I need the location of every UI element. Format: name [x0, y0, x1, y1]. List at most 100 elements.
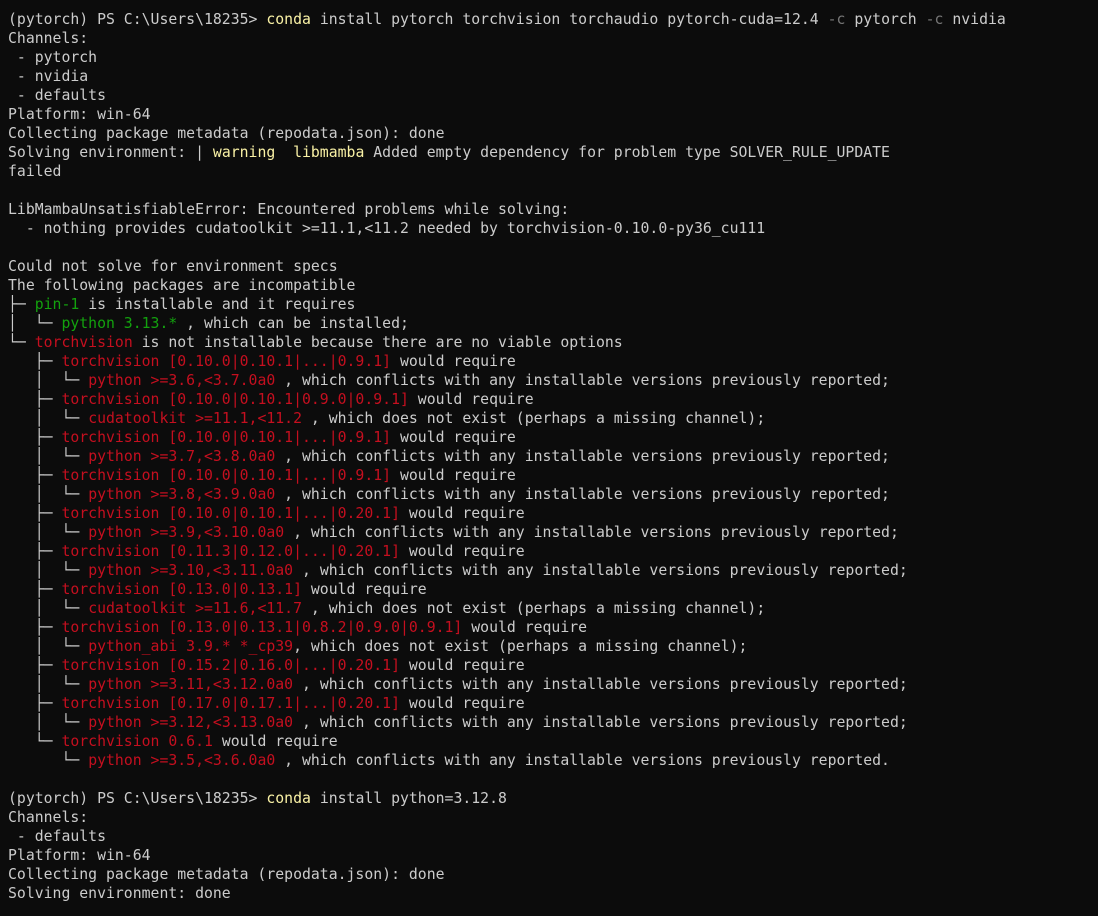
- terminal-text: ├─: [8, 581, 62, 598]
- terminal-text: -c: [827, 11, 846, 28]
- terminal-text: Platform: win-64: [8, 106, 151, 123]
- terminal-text: , which conflicts with any installable v…: [284, 524, 899, 541]
- terminal-text: pytorch: [845, 11, 926, 28]
- terminal-text: Solving environment: done: [8, 885, 231, 902]
- terminal-text: │ └─: [8, 600, 89, 617]
- terminal-text: The following packages are incompatible: [8, 277, 356, 294]
- terminal-text: torchvision [0.10.0|0.10.1|...|0.9.1]: [61, 467, 392, 484]
- terminal-text: would require: [301, 581, 427, 598]
- terminal-line: ├─ torchvision [0.10.0|0.10.1|...|0.20.1…: [8, 504, 1098, 523]
- terminal-text: torchvision [0.10.0|0.10.1|...|0.20.1]: [61, 505, 400, 522]
- terminal-line: ├─ torchvision [0.10.0|0.10.1|...|0.9.1]…: [8, 352, 1098, 371]
- terminal-text: install python=3.12.8: [310, 790, 507, 807]
- terminal-text: nvidia: [943, 11, 1006, 28]
- terminal-line: The following packages are incompatible: [8, 276, 1098, 295]
- terminal-text: LibMambaUnsatisfiableError: Encountered …: [8, 201, 570, 218]
- terminal-line: ├─ torchvision [0.10.0|0.10.1|...|0.9.1]…: [8, 466, 1098, 485]
- terminal-text: python >=3.6,<3.7.0a0: [88, 372, 276, 389]
- terminal-text: would require: [391, 353, 516, 370]
- terminal-line: Collecting package metadata (repodata.js…: [8, 865, 1098, 884]
- terminal-text: , which does not exist (perhaps a missin…: [302, 600, 766, 617]
- terminal-text: conda: [266, 790, 311, 807]
- terminal-text: ├─: [8, 429, 62, 446]
- terminal-text: │ └─: [8, 638, 89, 655]
- terminal-text: ├─: [8, 543, 62, 560]
- terminal-line: ├─ torchvision [0.10.0|0.10.1|...|0.9.1]…: [8, 428, 1098, 447]
- terminal-text: , which conflicts with any installable v…: [293, 714, 908, 731]
- terminal-text: -c: [925, 11, 944, 28]
- terminal-text: python >=3.7,<3.8.0a0: [88, 448, 276, 465]
- terminal-line: - pytorch: [8, 48, 1098, 67]
- terminal-line: │ └─ python >=3.10,<3.11.0a0 , which con…: [8, 561, 1098, 580]
- terminal-line: │ └─ python >=3.8,<3.9.0a0 , which confl…: [8, 485, 1098, 504]
- terminal-line: │ └─ cudatoolkit >=11.1,<11.2 , which do…: [8, 409, 1098, 428]
- terminal-text: │ └─: [8, 676, 89, 693]
- terminal-text: , which does not exist (perhaps a missin…: [293, 638, 748, 655]
- terminal-line: │ └─ python_abi 3.9.* *_cp39, which does…: [8, 637, 1098, 656]
- terminal-line: │ └─ python 3.13.* , which can be instal…: [8, 314, 1098, 333]
- terminal-text: - pytorch: [8, 49, 98, 66]
- terminal-text: python >=3.8,<3.9.0a0: [88, 486, 276, 503]
- terminal-line: ├─ torchvision [0.13.0|0.13.1|0.8.2|0.9.…: [8, 618, 1098, 637]
- terminal-line: ├─ torchvision [0.10.0|0.10.1|0.9.0|0.9.…: [8, 390, 1098, 409]
- terminal-line: Channels:: [8, 808, 1098, 827]
- terminal-line: │ └─ python >=3.6,<3.7.0a0 , which confl…: [8, 371, 1098, 390]
- terminal-line: ├─ torchvision [0.11.3|0.12.0|...|0.20.1…: [8, 542, 1098, 561]
- terminal-text: └─: [8, 752, 89, 769]
- terminal-text: torchvision [0.13.0|0.13.1|0.8.2|0.9.0|0…: [61, 619, 463, 636]
- terminal-text: ├─: [8, 353, 62, 370]
- terminal-text: torchvision 0.6.1: [61, 733, 213, 750]
- terminal-text: torchvision [0.11.3|0.12.0|...|0.20.1]: [61, 543, 400, 560]
- terminal-text: , which conflicts with any installable v…: [293, 562, 908, 579]
- terminal-text: python_abi 3.9.* *_cp39: [88, 638, 294, 655]
- terminal-text: Channels:: [8, 809, 89, 826]
- terminal-text: , which conflicts with any installable v…: [275, 448, 890, 465]
- terminal-text: Added empty dependency for problem type …: [364, 144, 890, 161]
- terminal-line: ├─ torchvision [0.17.0|0.17.1|...|0.20.1…: [8, 694, 1098, 713]
- terminal-text: would require: [399, 505, 525, 522]
- terminal-text: │ └─: [8, 372, 89, 389]
- terminal-line: Platform: win-64: [8, 105, 1098, 124]
- terminal-text: , which conflicts with any installable v…: [275, 372, 890, 389]
- terminal-text: , which can be installed;: [177, 315, 409, 332]
- terminal-text: python 3.13.*: [61, 315, 178, 332]
- terminal-line: LibMambaUnsatisfiableError: Encountered …: [8, 200, 1098, 219]
- terminal-text: is not installable because there are no …: [132, 334, 623, 351]
- terminal-text: Solving environment: |: [8, 144, 213, 161]
- terminal-text: torchvision [0.15.2|0.16.0|...|0.20.1]: [61, 657, 400, 674]
- terminal-text: (pytorch) PS C:\Users\18235>: [8, 790, 267, 807]
- terminal-text: ├─: [8, 391, 62, 408]
- terminal-output[interactable]: (pytorch) PS C:\Users\18235> conda insta…: [0, 0, 1098, 916]
- terminal-line: failed: [8, 162, 1098, 181]
- terminal-text: cudatoolkit >=11.1,<11.2: [88, 410, 302, 427]
- terminal-text: , which conflicts with any installable v…: [293, 676, 908, 693]
- terminal-text: would require: [399, 695, 525, 712]
- terminal-line: (pytorch) PS C:\Users\18235> conda insta…: [8, 10, 1098, 29]
- terminal-line: Channels:: [8, 29, 1098, 48]
- terminal-line: - nothing provides cudatoolkit >=11.1,<1…: [8, 219, 1098, 238]
- terminal-text: │ └─: [8, 486, 89, 503]
- terminal-text: python >=3.12,<3.13.0a0: [88, 714, 294, 731]
- terminal-text: , which conflicts with any installable v…: [275, 486, 890, 503]
- terminal-text: Collecting package metadata (repodata.js…: [8, 866, 445, 883]
- terminal-text: └─: [8, 733, 62, 750]
- terminal-text: torchvision: [34, 334, 133, 351]
- terminal-line: - defaults: [8, 827, 1098, 846]
- terminal-text: ├─: [8, 505, 62, 522]
- terminal-text: Could not solve for environment specs: [8, 258, 338, 275]
- terminal-text: - nothing provides cudatoolkit >=11.1,<1…: [8, 220, 766, 237]
- terminal-text: would require: [212, 733, 338, 750]
- terminal-line: │ └─ python >=3.9,<3.10.0a0 , which conf…: [8, 523, 1098, 542]
- terminal-line: Solving environment: | warning libmamba …: [8, 143, 1098, 162]
- terminal-text: - nvidia: [8, 68, 89, 85]
- terminal-text: torchvision [0.10.0|0.10.1|...|0.9.1]: [61, 353, 392, 370]
- terminal-line: │ └─ python >=3.7,<3.8.0a0 , which confl…: [8, 447, 1098, 466]
- terminal-text: │ └─: [8, 410, 89, 427]
- terminal-text: ├─: [8, 467, 62, 484]
- terminal-text: torchvision [0.10.0|0.10.1|0.9.0|0.9.1]: [61, 391, 409, 408]
- terminal-line: └─ torchvision is not installable becaus…: [8, 333, 1098, 352]
- terminal-text: ├─: [8, 296, 35, 313]
- terminal-text: warning libmamba: [212, 144, 365, 161]
- terminal-text: │ └─: [8, 714, 89, 731]
